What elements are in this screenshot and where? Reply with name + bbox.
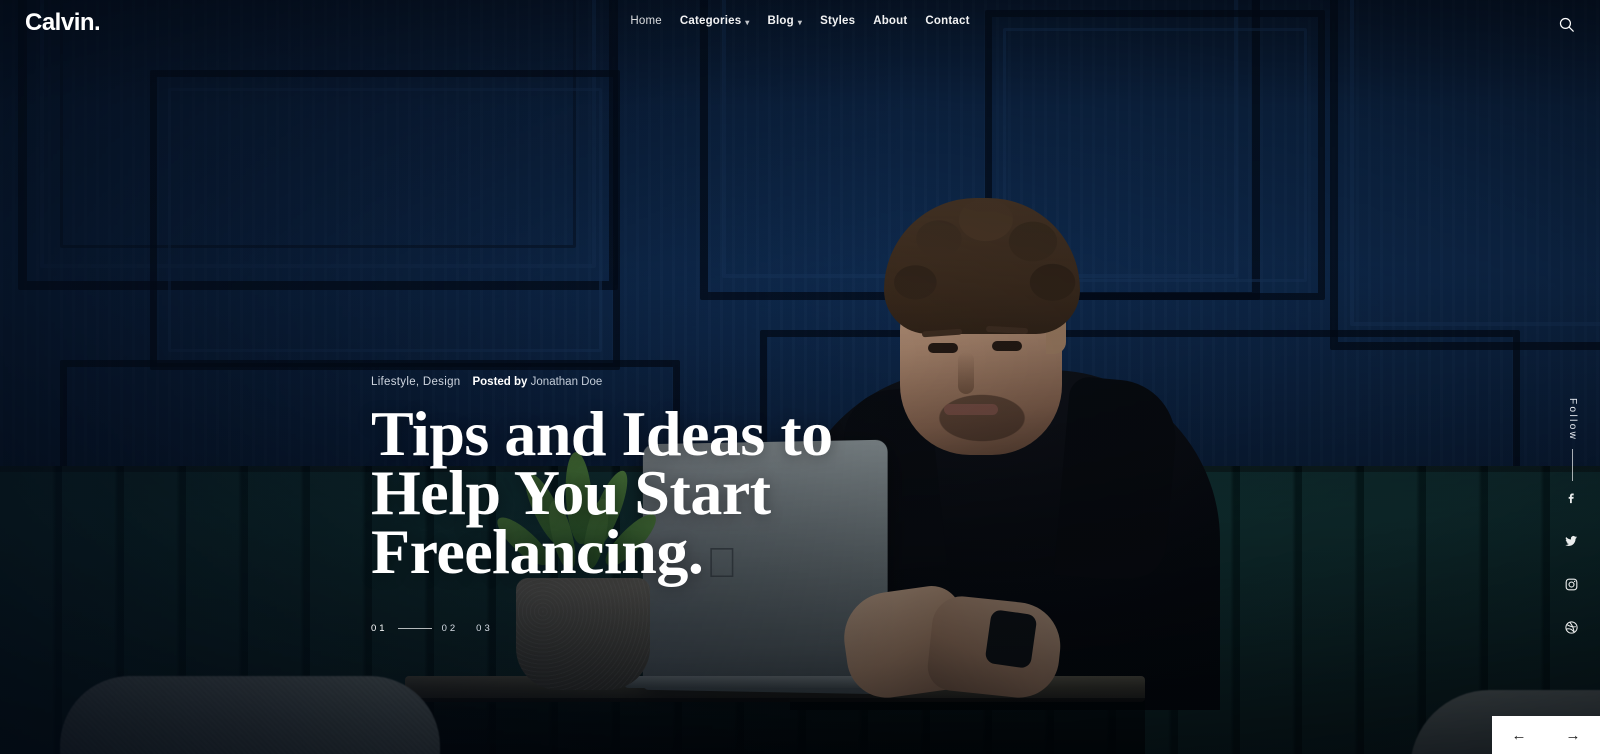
follow-rail: Follow	[1567, 398, 1578, 482]
prev-slide-button[interactable]: ←	[1504, 724, 1535, 747]
next-slide-button[interactable]: →	[1558, 724, 1589, 747]
slide-indicator-03[interactable]: 03	[476, 623, 493, 634]
facebook-link[interactable]	[1564, 490, 1579, 510]
hero-content: Lifestyle, Design Posted by Jonathan Doe…	[371, 376, 833, 634]
slider-controls: ← →	[1492, 716, 1600, 754]
page-title: Tips and Ideas to Help You Start Freelan…	[371, 398, 833, 587]
headline-line-2: Help You Start	[371, 457, 771, 528]
nav-item-styles[interactable]: Styles	[820, 15, 855, 27]
facebook-icon	[1568, 493, 1574, 504]
twitter-icon	[1565, 535, 1577, 547]
nav-label: About	[873, 15, 908, 27]
nav-item-about[interactable]: About	[873, 15, 907, 27]
dribbble-icon	[1564, 621, 1578, 634]
post-categories[interactable]: Lifestyle, Design	[371, 376, 460, 388]
nav-label: Styles	[820, 15, 856, 27]
nav-label: Contact	[925, 15, 970, 27]
social-links	[1563, 490, 1579, 640]
post-meta: Lifestyle, Design Posted by Jonathan Doe	[371, 376, 833, 388]
slide-active-line	[397, 628, 432, 629]
post-author[interactable]: Jonathan Doe	[531, 376, 603, 388]
site-header: Calvin. Home Categories ▾ Blog ▾ Styles …	[0, 0, 1600, 47]
nav-label: Categories	[679, 15, 742, 27]
twitter-link[interactable]	[1563, 533, 1579, 554]
post-author-line: Posted by Jonathan Doe	[472, 376, 602, 388]
follow-label: Follow	[1567, 398, 1578, 442]
chevron-down-icon: ▾	[797, 17, 803, 27]
nav-item-categories[interactable]: Categories ▾	[680, 15, 750, 27]
slide-indicator-01[interactable]: 01	[371, 623, 388, 634]
nav-item-blog[interactable]: Blog ▾	[768, 15, 803, 27]
nav-item-home[interactable]: Home	[630, 15, 661, 27]
hero-slider-page:  Calvin. Home Categories ▾	[0, 0, 1600, 754]
main-navigation: Home Categories ▾ Blog ▾ Styles About Co…	[630, 15, 969, 27]
instagram-link[interactable]	[1564, 577, 1579, 597]
nav-label: Home	[630, 15, 662, 27]
site-logo[interactable]: Calvin.	[25, 9, 101, 37]
slide-indicator-02[interactable]: 02	[442, 623, 459, 634]
nav-label: Blog	[767, 15, 794, 27]
follow-divider	[1572, 449, 1573, 482]
dribbble-link[interactable]	[1564, 620, 1579, 640]
search-button[interactable]	[1554, 12, 1578, 36]
nav-item-contact[interactable]: Contact	[925, 15, 969, 27]
posted-by-label: Posted by	[472, 376, 528, 388]
headline-line-1: Tips and Ideas to	[371, 398, 833, 469]
slide-pagination: 01 02 03	[371, 623, 833, 634]
search-icon	[1559, 17, 1574, 32]
headline-line-3: Freelancing.	[371, 516, 704, 587]
instagram-icon	[1565, 578, 1577, 591]
chevron-down-icon: ▾	[745, 17, 750, 27]
